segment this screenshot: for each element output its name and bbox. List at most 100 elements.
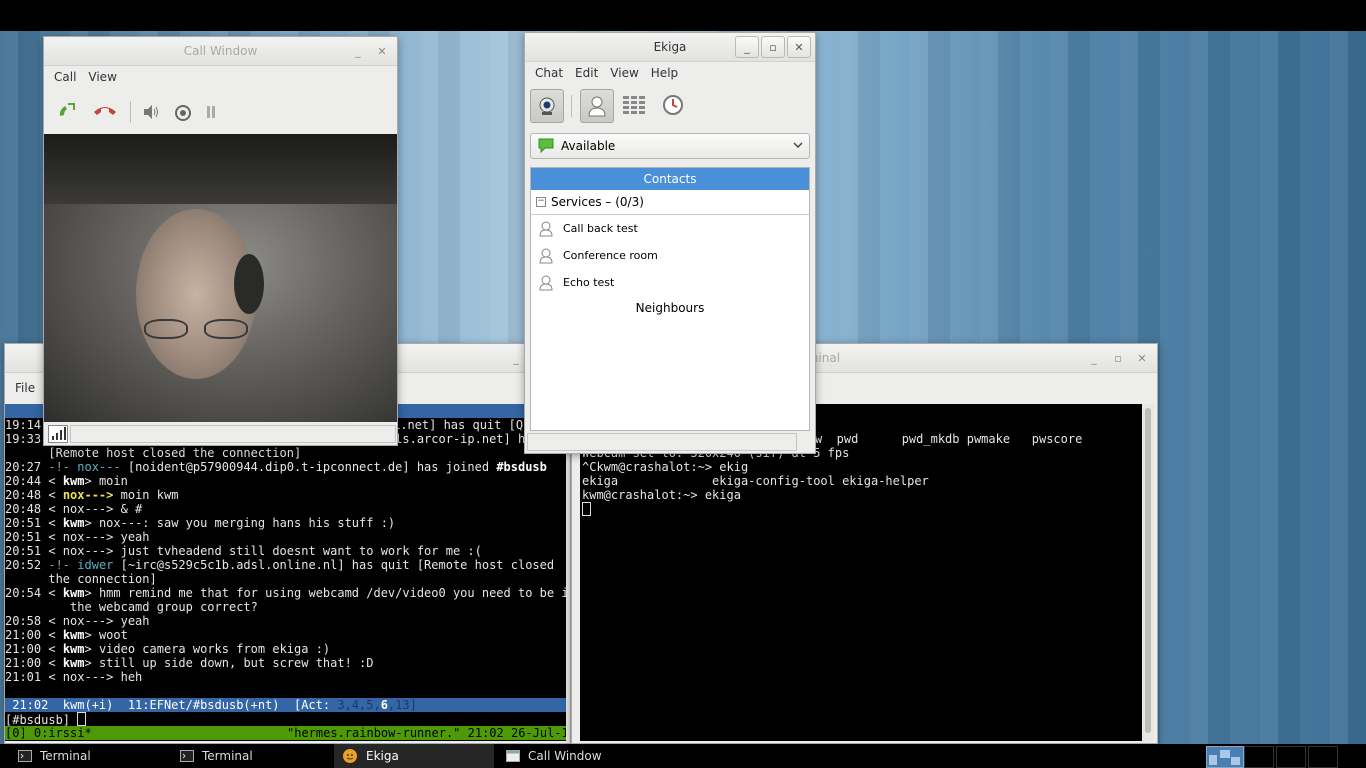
presence-selector[interactable]: Available [530,133,810,159]
taskbar-item-label: Terminal [202,749,253,763]
toolbar-separator [571,95,572,117]
top-panel [0,0,1366,31]
dialpad-tab-button[interactable] [618,89,650,121]
shell-terminal-output[interactable]: w pwd pwd_mkdb pwmake pwscore Webcam set… [580,404,1146,741]
call-window-menubar: Call View [44,66,397,88]
minimize-icon[interactable]: _ [347,41,369,61]
terminal-line: ^Ckwm@crashalot:~> ekig [582,460,749,474]
close-icon[interactable]: ✕ [787,36,811,58]
window-icon [506,750,520,762]
services-group-row[interactable]: − Services – (0/3) [531,190,809,215]
contact-presence-icon [539,275,553,291]
menu-view[interactable]: View [604,66,644,80]
shell-scrollbar[interactable] [1142,404,1154,741]
video-hair [234,254,264,314]
contact-name: Conference room [563,249,658,262]
irc-line: 21:00 < kwm> video camera works from eki… [5,642,331,656]
ekiga-titlebar[interactable]: Ekiga _ ▫ ✕ [525,33,815,62]
call-history-tab-button[interactable] [657,89,689,121]
close-icon[interactable]: ✕ [1131,348,1153,368]
call-toolbar [44,88,397,134]
scrollbar-thumb[interactable] [1145,408,1151,733]
call-window-titlebar[interactable]: Call Window _ ✕ [44,37,397,66]
irc-line: 20:54 < kwm> hmm remind me that for usin… [5,586,566,600]
irc-line: 21:00 < kwm> woot [5,628,128,642]
group-label: Services – (0/3) [551,195,644,209]
collapse-icon[interactable]: − [536,197,546,207]
menu-chat[interactable]: Chat [529,66,569,80]
video-settings-icon[interactable] [174,104,192,125]
cursor [77,712,87,726]
contact-presence-icon [539,221,553,237]
minimize-icon[interactable]: _ [735,36,759,58]
irc-status-bar: 21:02 kwm(+i) 11:EFNet/#bsdusb(+nt) [Act… [5,698,566,712]
call-statusbar [44,423,397,445]
status-field [70,425,396,443]
irc-line: 20:48 < nox---> moin kwm [5,488,179,502]
taskbar-item-terminal-1[interactable]: Terminal [0,744,160,768]
irc-terminal-output[interactable]: 19:14 -!- 1.net] has quit [Q19:33 -!- pi… [5,404,566,741]
irc-line: 20:44 < kwm> moin [5,474,128,488]
minimize-icon[interactable]: _ [1083,348,1105,368]
remote-video [44,134,397,422]
irc-input-line[interactable]: [#bsdusb] [5,712,87,727]
workspace-3[interactable] [1276,746,1306,768]
contact-name: Call back test [563,222,638,235]
close-icon[interactable]: ✕ [371,41,393,61]
video-glasses [144,319,188,339]
ekiga-window[interactable]: Ekiga _ ▫ ✕ Chat Edit View Help Availabl… [524,32,816,454]
toolbar-separator [130,101,131,123]
contact-row[interactable]: Conference room [531,242,809,269]
irc-message-list: 19:14 -!- 1.net] has quit [Q19:33 -!- pi… [5,418,566,684]
audio-settings-icon[interactable] [142,104,160,123]
workspace-2[interactable] [1244,746,1274,768]
irc-line: the connection] [5,572,157,586]
maximize-icon[interactable]: ▫ [761,36,785,58]
menu-edit[interactable]: Edit [569,66,604,80]
status-field [527,433,797,451]
contacts-icon [588,96,606,117]
contact-row[interactable]: Echo test [531,269,809,296]
menu-help[interactable]: Help [645,66,684,80]
ekiga-icon [342,748,358,764]
video-region [44,134,397,204]
hold-icon[interactable] [206,106,216,121]
irc-line: 20:51 < nox---> yeah [5,530,150,544]
neighbours-group-row[interactable]: Neighbours [531,296,809,320]
contact-presence-icon [539,248,553,264]
contact-row[interactable]: Call back test [531,215,809,242]
call-window[interactable]: Call Window _ ✕ Call View [43,36,398,446]
available-status-icon [538,138,554,153]
terminal-line-list: Webcam set to: 320x240 (sif) at 5 fps^Ck… [582,446,1144,502]
irc-line: 20:48 < nox---> & # [5,502,143,516]
maximize-icon[interactable]: ▫ [1107,348,1129,368]
workspace-4[interactable] [1308,746,1338,768]
hangup-icon[interactable] [92,102,118,123]
taskbar-item-ekiga[interactable]: Ekiga [334,744,494,768]
taskbar-item-call-window[interactable]: Call Window [496,744,666,768]
pickup-icon[interactable] [56,100,78,125]
contacts-tab-button[interactable] [580,89,614,123]
workspace-pager-icon[interactable] [1206,746,1244,768]
contact-name: Echo test [563,276,615,289]
webcam-preview-button[interactable] [530,89,564,123]
menu-view[interactable]: View [82,70,122,84]
menu-call[interactable]: Call [48,70,82,84]
call-history-icon [663,95,683,115]
taskbar: Terminal Terminal Ekiga Call Window [0,744,1366,768]
taskbar-item-label: Call Window [528,749,602,763]
contacts-roster[interactable]: Contacts − Services – (0/3) Call back te… [530,167,810,431]
menu-file[interactable]: File [9,381,41,395]
taskbar-item-terminal-2[interactable]: Terminal [162,744,332,768]
irc-scrollbar[interactable] [566,404,570,741]
contacts-header[interactable]: Contacts [531,168,809,190]
video-glasses [204,319,248,339]
chevron-down-icon [793,142,803,149]
taskbar-item-label: Ekiga [366,749,399,763]
irc-line: 20:51 < nox---> just tvheadend still doe… [5,544,482,558]
ekiga-menubar: Chat Edit View Help [525,62,815,84]
window-title: Call Window [183,44,258,58]
terminal-line: kwm@crashalot:~> ekiga [582,488,741,502]
cursor [582,502,591,516]
ekiga-statusbar [525,431,815,453]
